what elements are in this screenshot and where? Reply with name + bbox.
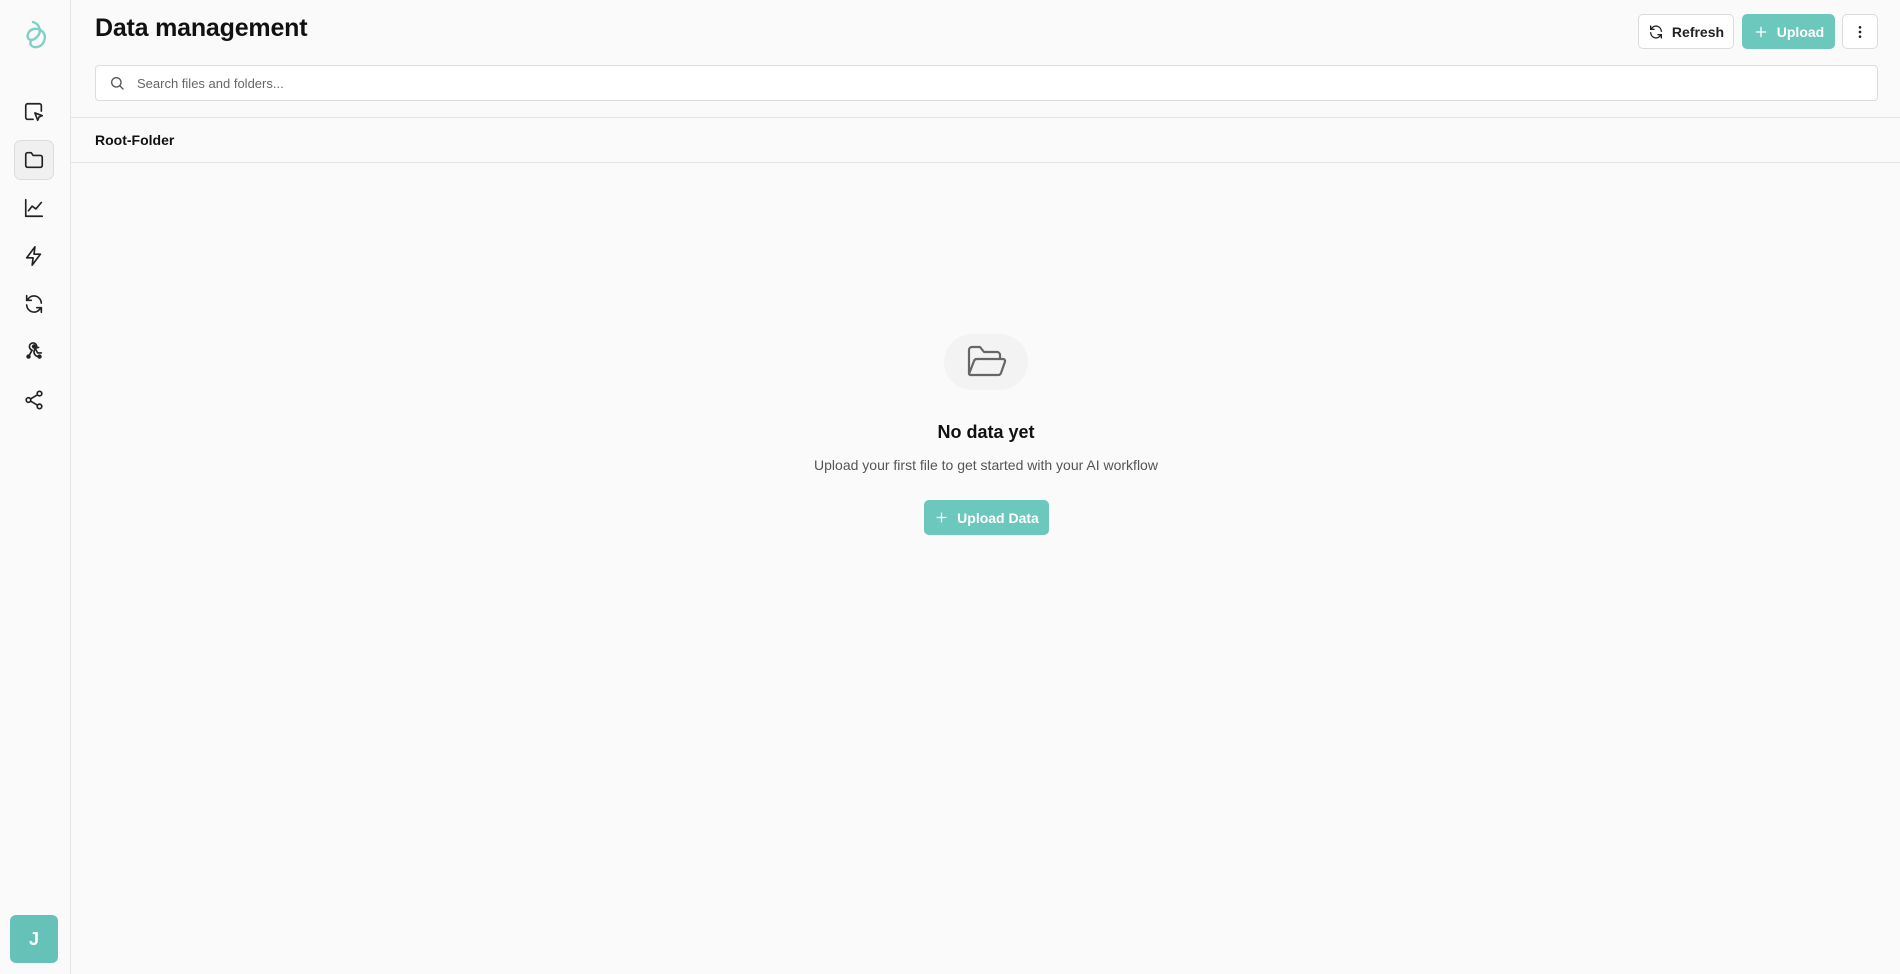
plus-icon [936,512,947,523]
refresh-button-label: Refresh [1671,23,1725,40]
empty-state-icon-wrap [944,334,1028,390]
share-icon [25,390,43,410]
folder-open-icon [967,345,1007,377]
sidebar: J [0,0,71,974]
search-icon [111,77,124,90]
breadcrumb-item-root[interactable]: Root-Folder [95,132,174,148]
lightning-icon [25,246,42,266]
webhook-icon [26,342,43,359]
sidebar-item-share[interactable] [14,380,54,420]
search-bar[interactable] [95,65,1878,101]
user-avatar[interactable]: J [10,915,58,963]
plus-icon [1755,26,1767,37]
sidebar-item-sync[interactable] [14,284,54,324]
empty-state-title: No data yet [937,422,1035,442]
more-vertical-icon [1858,25,1862,38]
sidebar-item-analytics[interactable] [14,188,54,228]
sidebar-item-select[interactable] [14,92,54,132]
sidebar-item-webhooks[interactable] [14,332,54,372]
empty-state-subtitle: Upload your first file to get started wi… [814,457,1158,473]
line-chart-icon [24,198,44,218]
more-options-button[interactable] [1842,14,1878,49]
page-title: Data management [95,14,308,42]
breadcrumb: Root-Folder [71,117,1900,163]
folder-icon [24,151,44,169]
refresh-button[interactable]: Refresh [1638,14,1734,49]
refresh-icon [25,294,43,314]
sidebar-item-automations[interactable] [14,236,54,276]
upload-data-button[interactable]: Upload Data [924,500,1049,535]
refresh-icon [1649,24,1662,39]
app-root: J Data management Refresh Upload Search … [0,0,1900,974]
upload-button[interactable]: Upload [1742,14,1835,49]
cursor-select-icon [24,102,44,122]
upload-button-label: Upload [1776,23,1825,40]
sidebar-item-data[interactable] [14,140,54,180]
app-logo-icon[interactable] [20,18,50,52]
search-input[interactable] [137,75,1837,91]
upload-data-button-label: Upload Data [957,509,1039,526]
